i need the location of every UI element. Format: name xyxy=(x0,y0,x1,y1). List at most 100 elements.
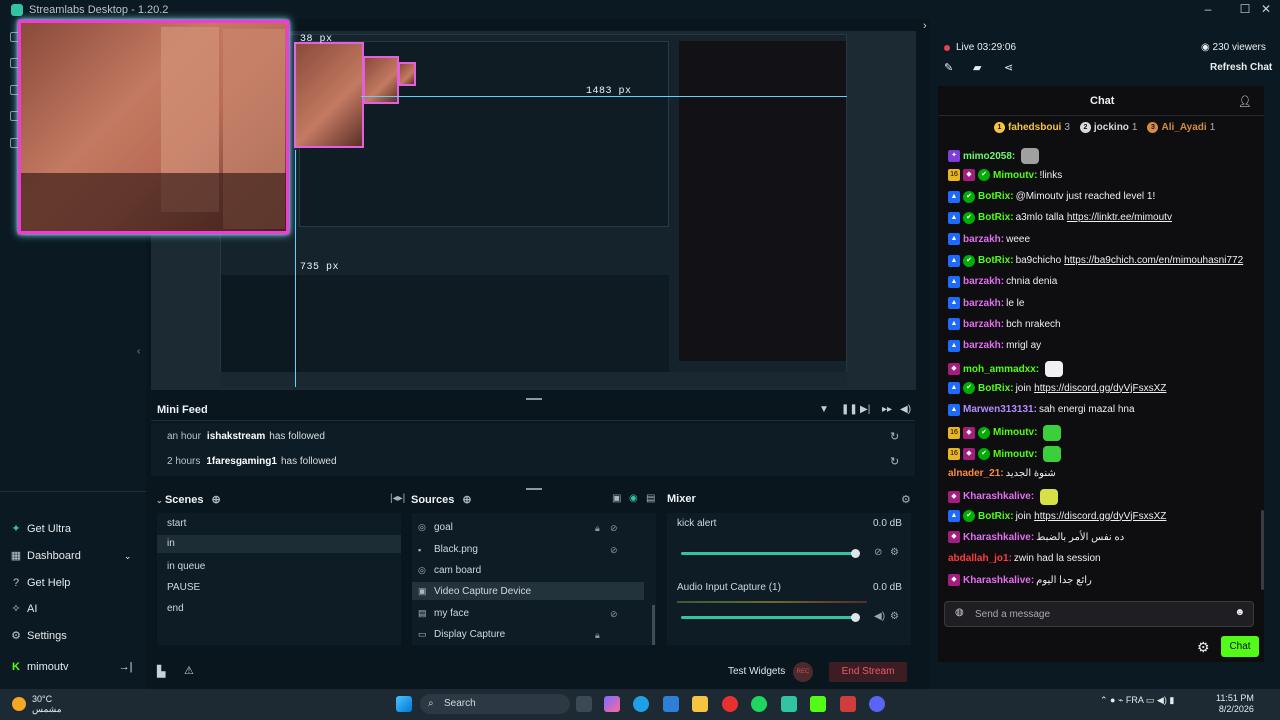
scene-item[interactable]: end xyxy=(167,603,184,614)
language-indicator[interactable]: FRA xyxy=(1126,695,1144,705)
leaderboard-entry[interactable]: 1 fahedsboui 3 xyxy=(994,122,1070,133)
taskbar-search[interactable]: ⌕ Search xyxy=(420,694,570,714)
chat-link[interactable]: https://linktr.ee/mimoutv xyxy=(1067,212,1172,223)
chat-message[interactable]: ◆ Kharashkalive: xyxy=(948,488,1059,505)
refresh-chat-button[interactable]: Refresh Chat xyxy=(1210,62,1272,73)
leaderboard-entry[interactable]: 2 jockino 1 xyxy=(1079,122,1137,133)
windows-start-icon[interactable] xyxy=(396,696,412,712)
replay-icon[interactable]: ↻ xyxy=(890,430,899,443)
chat-username[interactable]: moh_ammadxx: xyxy=(963,364,1039,375)
source-folder-icon[interactable]: ▣ xyxy=(612,493,621,504)
chat-username[interactable]: Kharashkalive: xyxy=(963,532,1034,543)
chat-link[interactable]: https://discord.gg/dyVjFsxsXZ xyxy=(1034,383,1166,394)
chat-username[interactable]: barzakh: xyxy=(963,319,1004,330)
chat-message[interactable]: ▲ barzakh: bch nrakech xyxy=(948,318,1061,331)
source-item[interactable]: ▤ my face xyxy=(418,608,469,619)
leaderboard-entry[interactable]: 3 Ali_Ayadi 1 xyxy=(1147,122,1215,133)
scene-item[interactable]: start xyxy=(167,518,186,529)
collapse-right-icon[interactable]: › xyxy=(923,20,927,32)
edit-icon[interactable]: ✎ xyxy=(944,61,953,74)
chat-message[interactable]: ◆ Kharashkalive: ده نفس الأمر بالضبط xyxy=(948,531,1124,544)
chevron-down-icon[interactable]: ⌄ xyxy=(124,551,132,562)
mixer-settings-icon[interactable]: ⚙ xyxy=(901,493,911,506)
app-icon[interactable] xyxy=(840,696,856,712)
replay-icon[interactable]: ↻ xyxy=(890,455,899,468)
lock-icon[interactable]: 🔒︎ xyxy=(595,523,600,534)
chat-message[interactable]: 16 ◆ ✔ Mimoutv: xyxy=(948,446,1062,463)
popout-icon[interactable]: ▰ xyxy=(973,61,981,74)
close-button[interactable]: ✕ xyxy=(1251,2,1280,16)
chat-username[interactable]: barzakh: xyxy=(963,234,1004,245)
speaker-icon[interactable]: ◀) xyxy=(874,611,885,622)
opera-icon[interactable] xyxy=(722,696,738,712)
copilot-icon[interactable] xyxy=(604,696,620,712)
scene-item[interactable]: PAUSE xyxy=(167,582,200,593)
filter-icon[interactable]: ▼ xyxy=(819,404,829,415)
chat-message[interactable]: ▲ barzakh: weee xyxy=(948,233,1030,246)
scene-item-selected[interactable]: in xyxy=(157,535,401,553)
source-item[interactable]: ◎ goal xyxy=(418,522,453,533)
chat-message[interactable]: abdallah_jo1: zwin had la session xyxy=(948,553,1101,564)
stats-icon[interactable]: ▙ xyxy=(157,665,165,678)
scene-item[interactable]: in queue xyxy=(167,561,205,572)
chat-username[interactable]: Mimoutv: xyxy=(993,170,1037,181)
source-item[interactable]: ◎ cam board xyxy=(418,565,481,576)
users-icon[interactable]: 👤︎ xyxy=(1238,95,1252,108)
share-icon[interactable]: ⋖ xyxy=(1004,61,1013,74)
source-toggle-icon[interactable]: ◉ xyxy=(629,493,638,504)
chat-username[interactable]: barzakh: xyxy=(963,298,1004,309)
collapse-left-icon[interactable]: ‹ xyxy=(137,346,140,357)
file-explorer-icon[interactable] xyxy=(692,696,708,712)
visibility-icon[interactable]: ⊘ xyxy=(610,545,618,556)
streamlabs-icon[interactable] xyxy=(781,696,797,712)
folder-icon[interactable]: ▤ xyxy=(646,493,655,504)
chat-username[interactable]: abdallah_jo1: xyxy=(948,553,1012,564)
mute-icon[interactable]: ▸▸ xyxy=(882,404,892,415)
chat-username[interactable]: alnader_21: xyxy=(948,468,1004,479)
chat-message[interactable]: ▲ ✔ BotRix: join https://discord.gg/dyVjFsx… xyxy=(948,510,1166,523)
chat-link[interactable]: https://ba9chich.com/en/mimouhasni772 xyxy=(1064,255,1243,266)
chat-username[interactable]: Marwen313131: xyxy=(963,404,1037,415)
alert-icon[interactable]: ⚠ xyxy=(184,664,194,677)
chat-message[interactable]: ▲ ✔ BotRix: a3mlo talla https://linktr.ee/m… xyxy=(948,211,1172,224)
edge-icon[interactable] xyxy=(633,696,649,712)
chat-message[interactable]: ▲ ✔ BotRix: ba9chicho https://ba9chich.com/… xyxy=(948,254,1243,267)
pause-icon[interactable]: ❚❚ xyxy=(841,404,858,415)
visibility-icon[interactable]: ⊘ xyxy=(610,609,618,620)
chat-username[interactable]: Mimoutv: xyxy=(993,449,1037,460)
end-stream-button[interactable]: End Stream xyxy=(829,662,907,682)
volume-slider[interactable] xyxy=(681,552,855,555)
spotify-icon[interactable] xyxy=(751,696,767,712)
resize-handle[interactable] xyxy=(526,488,542,490)
chat-message[interactable]: 16 ◆ ✔ Mimoutv: !links xyxy=(948,169,1062,182)
visibility-icon[interactable]: ⊘ xyxy=(610,523,618,534)
emoji-icon[interactable]: ☻ xyxy=(1234,607,1245,618)
nav-ai[interactable]: ✧ AI xyxy=(10,603,37,615)
gear-icon[interactable]: ⚙ xyxy=(890,547,899,558)
chat-username[interactable]: Kharashkalive: xyxy=(963,575,1034,586)
nav-user[interactable]: Kmimoutv →| xyxy=(10,661,132,673)
volume-slider-knob[interactable] xyxy=(851,613,860,622)
nav-get-ultra[interactable]: ✦ Get Ultra xyxy=(10,523,71,535)
chat-username[interactable]: BotRix: xyxy=(978,511,1014,522)
webcam-source[interactable] xyxy=(18,20,289,234)
chat-username[interactable]: BotRix: xyxy=(978,255,1014,266)
send-chat-button[interactable]: Chat xyxy=(1221,636,1259,657)
chat-message[interactable]: ▲ Marwen313131: sah energi mazal hna xyxy=(948,403,1135,416)
scrollbar[interactable] xyxy=(652,605,655,645)
chat-message[interactable]: alnader_21: شنوة الجديد xyxy=(948,468,1056,479)
volume-slider[interactable] xyxy=(681,616,855,619)
system-tray[interactable]: ⌃ ● ⌁ FRA ▭ ◀) ▮ xyxy=(1100,695,1174,706)
nav-dashboard[interactable]: ▦ Dashboard ⌄ xyxy=(10,550,132,562)
chat-message[interactable]: ▲ barzakh: chnia denia xyxy=(948,275,1057,288)
taskbar-clock[interactable]: 11:51 PM 8/2/2026 xyxy=(1216,693,1254,715)
scene-transition-icon[interactable]: |◂▸| xyxy=(390,493,405,504)
volume-icon[interactable]: ◀) xyxy=(900,404,911,415)
source-item[interactable]: ▪ Black.png xyxy=(418,544,478,555)
volume-slider-knob[interactable] xyxy=(851,549,860,558)
chat-message[interactable]: ▲ barzakh: mrigl ay xyxy=(948,339,1041,352)
chat-message[interactable]: ◆ moh_ammadxx: xyxy=(948,361,1064,377)
logout-icon[interactable]: →| xyxy=(119,661,133,673)
chat-username[interactable]: BotRix: xyxy=(978,191,1014,202)
mute-icon[interactable]: ⊘ xyxy=(874,547,882,558)
